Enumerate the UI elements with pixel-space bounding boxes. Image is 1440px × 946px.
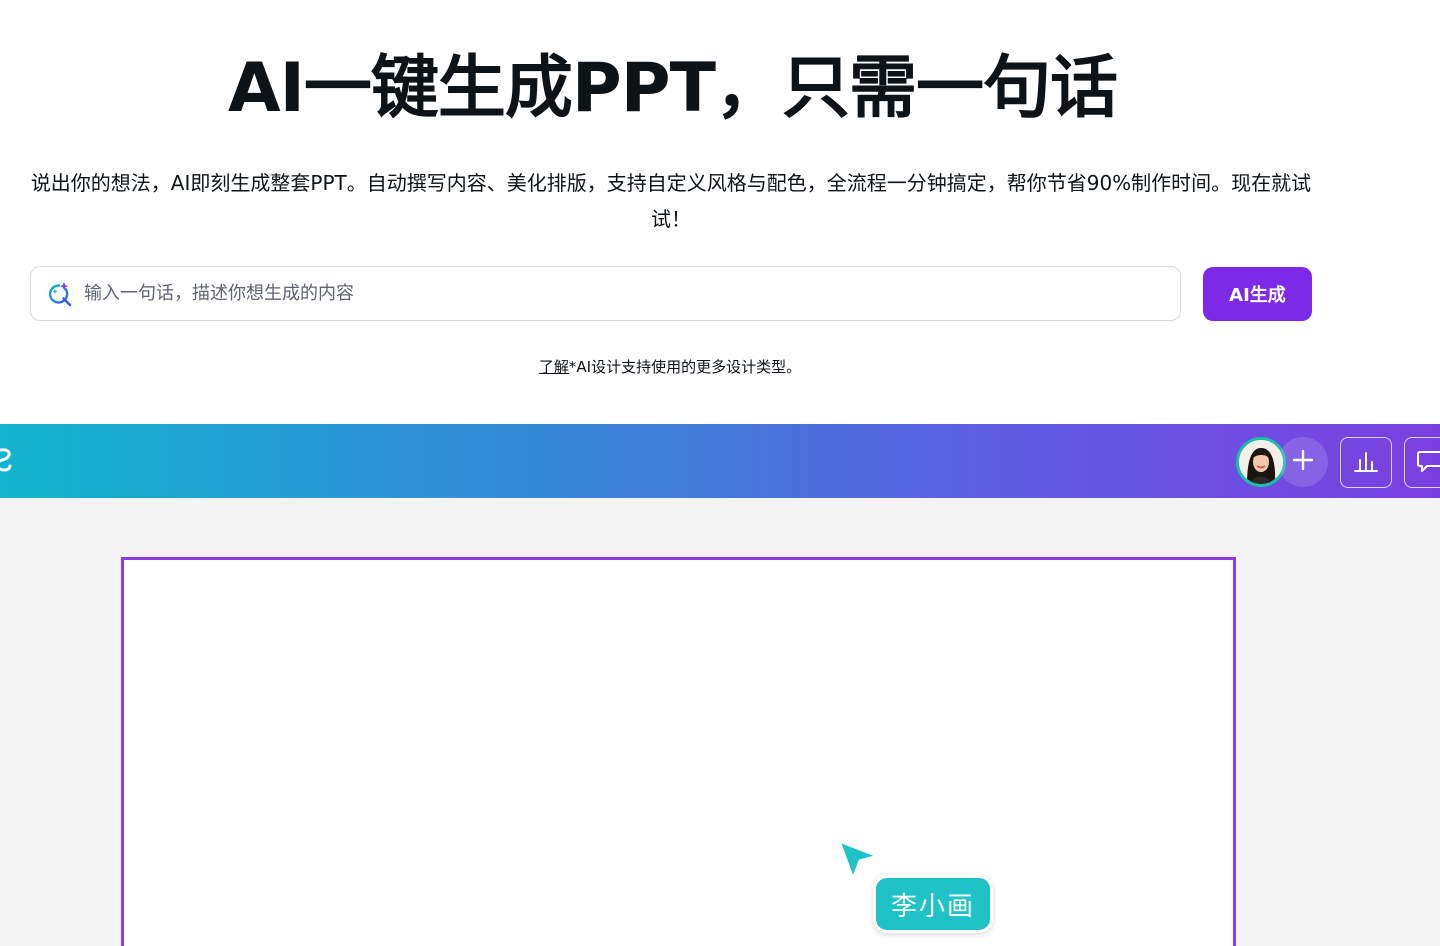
- bar-chart-icon: [1353, 449, 1379, 477]
- ai-generate-button[interactable]: AI生成: [1203, 267, 1312, 321]
- hero-title: AI一键生成PPT，只需一句话: [228, 49, 1118, 128]
- plus-icon: [1292, 449, 1314, 475]
- canva-logo-icon[interactable]: [0, 444, 16, 478]
- hero-description: 说出你的想法，AI即刻生成整套PPT。自动撰写内容、美化排版，支持自定义风格与配…: [30, 171, 1312, 231]
- add-collaborator-button[interactable]: [1278, 437, 1328, 487]
- editor-top-banner: [0, 424, 1440, 498]
- ai-sparkle-search-icon: [44, 279, 74, 309]
- learn-more-text: *AI设计支持使用的更多设计类型。: [568, 358, 802, 376]
- slide-page[interactable]: [121, 557, 1236, 946]
- search-box[interactable]: [30, 266, 1181, 321]
- collaborator-name-tag: 李小画: [873, 875, 993, 933]
- learn-more-line: 了解*AI设计支持使用的更多设计类型。: [0, 356, 1340, 378]
- search-input[interactable]: [84, 267, 1180, 320]
- insights-button[interactable]: [1340, 437, 1392, 488]
- comment-icon: [1416, 448, 1440, 478]
- learn-more-link[interactable]: 了解: [539, 358, 569, 376]
- collaborator-cursor-icon: [836, 838, 882, 884]
- comment-button[interactable]: [1404, 437, 1440, 488]
